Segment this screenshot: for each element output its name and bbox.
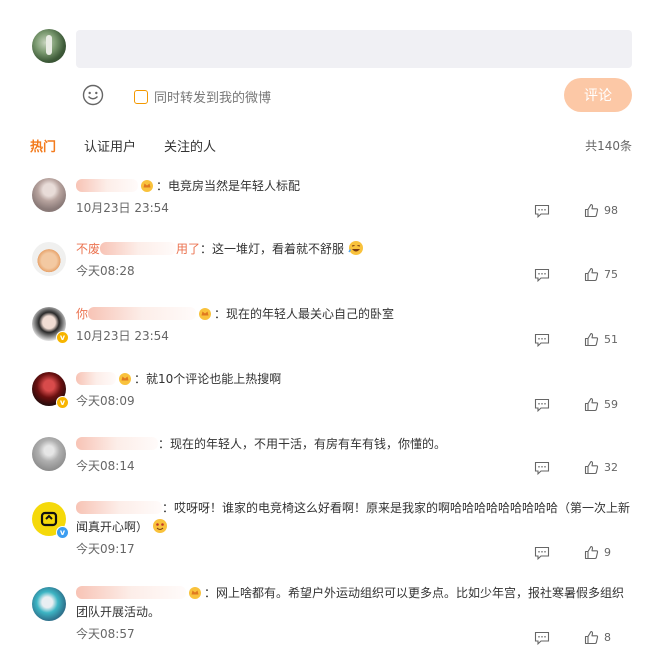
comment-username[interactable] <box>76 177 138 196</box>
comment-username[interactable] <box>76 370 116 389</box>
like-button[interactable]: 98 <box>584 203 624 218</box>
like-button[interactable]: 59 <box>584 397 624 412</box>
like-count: 59 <box>604 398 618 411</box>
comment-text: ：现在的年轻人最关心自己的卧室 <box>214 307 395 321</box>
my-avatar[interactable] <box>32 29 66 63</box>
comment-username[interactable]: 你 <box>76 305 197 324</box>
comment-tabs: 热门 认证用户 关注的人 <box>30 136 244 155</box>
retweet-logo-icon <box>40 511 58 527</box>
laughing-emoji-icon <box>348 241 363 255</box>
repost-checkbox[interactable]: 同时转发到我的微博 <box>134 87 271 106</box>
avatar[interactable]: v <box>32 307 69 344</box>
thumbs-up-icon <box>584 203 599 218</box>
like-count: 9 <box>604 546 611 559</box>
repost-label: 同时转发到我的微博 <box>154 91 272 106</box>
thumbs-up-icon <box>584 397 599 412</box>
comment-text: ：现在的年轻人，不用干活，有房有车有钱，你懂的。 <box>158 437 447 451</box>
thumbs-up-icon <box>584 630 599 645</box>
avatar[interactable] <box>32 242 66 276</box>
avatar[interactable] <box>32 587 66 621</box>
reply-icon[interactable] <box>534 461 550 475</box>
reply-icon[interactable] <box>534 631 550 645</box>
verified-badge-icon: v <box>56 331 69 344</box>
reply-icon[interactable] <box>534 204 550 218</box>
thumbs-up-icon <box>584 332 599 347</box>
crown-icon <box>119 373 131 385</box>
like-count: 32 <box>604 461 618 474</box>
comment-username[interactable] <box>76 499 162 518</box>
like-button[interactable]: 32 <box>584 460 624 475</box>
like-count: 75 <box>604 268 618 281</box>
avatar[interactable]: v <box>32 502 69 539</box>
thumbs-up-icon <box>584 545 599 560</box>
like-button[interactable]: 75 <box>584 267 624 282</box>
tab-hot[interactable]: 热门 <box>30 136 56 155</box>
verified-badge-icon: v <box>56 396 69 409</box>
excited-emoji-icon <box>152 519 167 533</box>
thumbs-up-icon <box>584 267 599 282</box>
tab-verified-users[interactable]: 认证用户 <box>84 136 136 155</box>
thumbs-up-icon <box>584 460 599 475</box>
avatar[interactable] <box>32 178 66 212</box>
comment-input[interactable] <box>76 30 632 68</box>
like-button[interactable]: 9 <box>584 545 624 560</box>
reply-icon[interactable] <box>534 268 550 282</box>
comment-count: 共140条 <box>585 139 632 153</box>
submit-comment-button[interactable]: 评论 <box>564 78 632 112</box>
avatar[interactable]: v <box>32 372 69 409</box>
like-count: 51 <box>604 333 618 346</box>
reply-icon[interactable] <box>534 546 550 560</box>
crown-icon <box>141 180 153 192</box>
comment-text: ：这一堆灯，看着就不舒服 <box>200 242 345 256</box>
avatar[interactable] <box>32 437 66 471</box>
like-count: 8 <box>604 631 611 644</box>
comment-text: ：就10个评论也能上热搜啊 <box>134 372 282 386</box>
tab-following[interactable]: 关注的人 <box>164 136 216 155</box>
comment-text: ：电竞房当然是年轻人标配 <box>156 179 301 193</box>
comment-username[interactable]: 不废 用了 <box>76 240 200 259</box>
checkbox-box[interactable] <box>134 89 148 104</box>
comment-username[interactable] <box>76 435 158 454</box>
like-count: 98 <box>604 204 618 217</box>
verified-badge-icon: v <box>56 526 69 539</box>
emoji-icon[interactable] <box>82 84 104 106</box>
reply-icon[interactable] <box>534 333 550 347</box>
like-button[interactable]: 51 <box>584 332 624 347</box>
crown-icon <box>189 587 201 599</box>
crown-icon <box>199 308 212 320</box>
reply-icon[interactable] <box>534 398 550 412</box>
like-button[interactable]: 8 <box>584 630 624 645</box>
comment-username[interactable] <box>76 584 186 603</box>
